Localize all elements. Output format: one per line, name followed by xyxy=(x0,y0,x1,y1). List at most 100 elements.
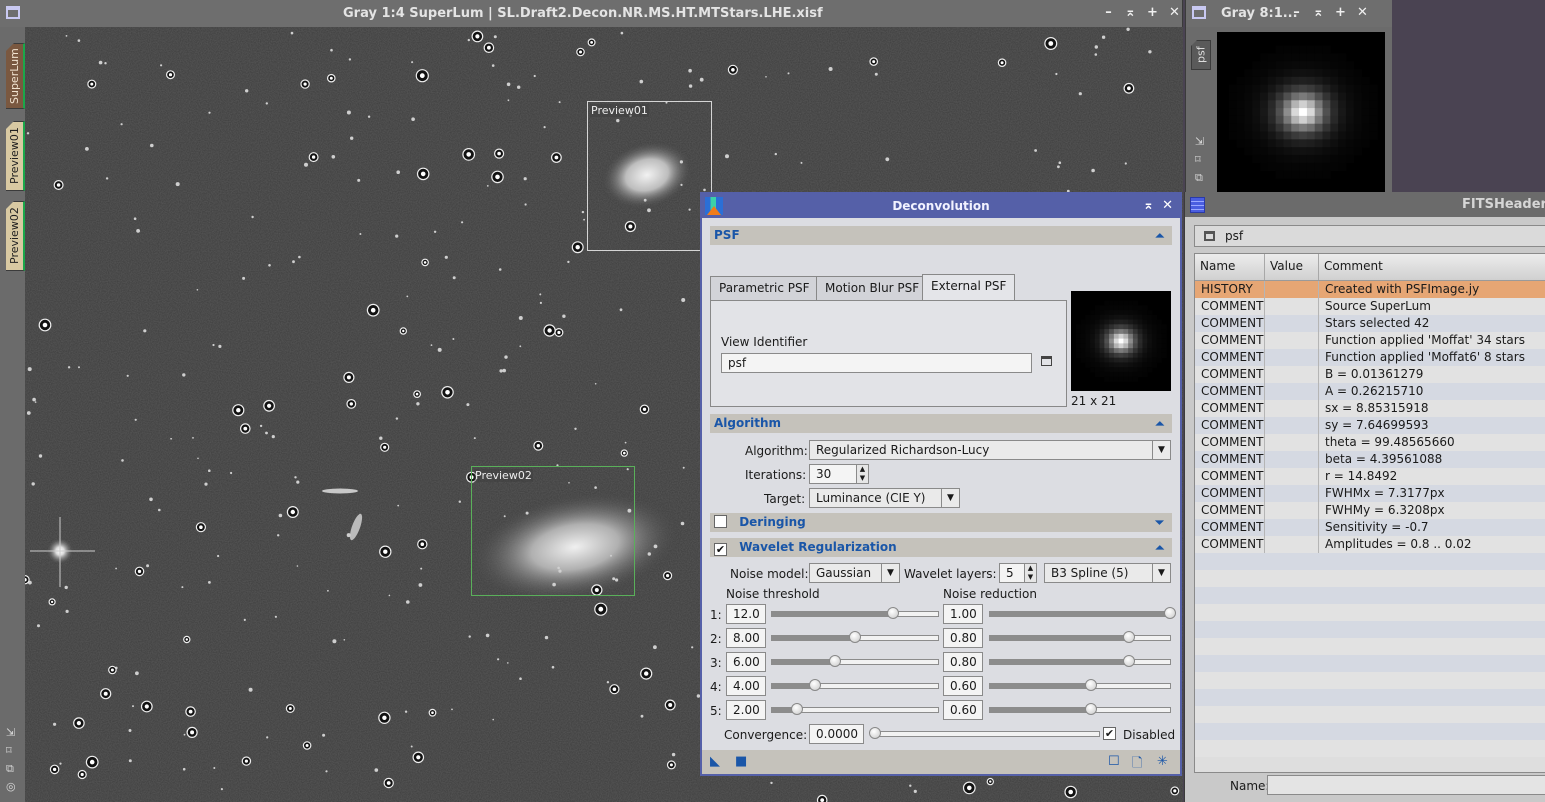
psf-window-titlebar[interactable]: Gray 8:1... – ⌅ + ✕ xyxy=(1186,0,1392,27)
noise-reduction-input[interactable]: 0.80 xyxy=(943,652,983,672)
tab-external-psf[interactable]: External PSF xyxy=(922,274,1016,300)
table-row[interactable]: COMMENT A = 0.26215710 xyxy=(1195,383,1545,400)
table-row[interactable]: COMMENT FWHMy = 6.3208px xyxy=(1195,502,1545,519)
table-row[interactable]: COMMENT Function applied 'Moffat' 34 star… xyxy=(1195,332,1545,349)
column-header-name[interactable]: Name xyxy=(1195,254,1265,280)
reset-icon[interactable]: ✳ xyxy=(1157,754,1168,769)
noise-reduction-slider[interactable] xyxy=(989,655,1171,667)
table-row[interactable]: COMMENT FWHMx = 7.3177px xyxy=(1195,485,1545,502)
table-row[interactable]: COMMENT sx = 8.85315918 xyxy=(1195,400,1545,417)
table-row[interactable]: COMMENT Sensitivity = -0.7 xyxy=(1195,519,1545,536)
algorithm-select[interactable]: Regularized Richardson-Lucy ▼ xyxy=(809,440,1171,460)
deconvolution-titlebar[interactable]: Deconvolution ⌅ ✕ xyxy=(702,194,1180,218)
table-row[interactable]: COMMENT Function applied 'Moffat6' 8 star… xyxy=(1195,349,1545,366)
noise-reduction-input[interactable]: 0.60 xyxy=(943,700,983,720)
tab-preview02[interactable]: Preview02 xyxy=(6,201,25,271)
shade-icon[interactable]: ⌅ xyxy=(1143,194,1154,218)
iterations-input[interactable]: 30 xyxy=(809,464,857,484)
column-header-value[interactable]: Value xyxy=(1265,254,1319,280)
table-row[interactable]: COMMENT theta = 99.48565660 xyxy=(1195,434,1545,451)
table-row[interactable]: COMMENT Source SuperLum xyxy=(1195,298,1545,315)
noise-threshold-input[interactable]: 8.00 xyxy=(726,628,766,648)
table-row[interactable]: COMMENT beta = 4.39561088 xyxy=(1195,451,1545,468)
iterations-spinner[interactable]: ▲ ▼ xyxy=(856,464,869,484)
noise-threshold-input[interactable]: 12.0 xyxy=(726,604,766,624)
view-identifier-input[interactable]: psf xyxy=(721,353,1032,373)
documentation-icon[interactable]: 🗋 xyxy=(1132,754,1142,776)
noise-reduction-input[interactable]: 1.00 xyxy=(943,604,983,624)
clone-icon[interactable]: ⧉ xyxy=(1195,172,1204,184)
noise-threshold-slider[interactable] xyxy=(771,631,939,643)
view-selector[interactable]: psf xyxy=(1194,225,1545,247)
minimize-icon[interactable]: – xyxy=(1102,5,1115,20)
collapse-icon[interactable]: ⏶ xyxy=(1155,538,1164,557)
preview01-box[interactable]: Preview01 xyxy=(587,101,712,251)
noise-threshold-input[interactable]: 6.00 xyxy=(726,652,766,672)
noise-model-select[interactable]: Gaussian ▼ xyxy=(809,563,900,583)
deringing-checkbox[interactable] xyxy=(714,515,727,528)
tab-motion-blur-psf[interactable]: Motion Blur PSF xyxy=(816,276,929,300)
window-icon[interactable] xyxy=(6,6,20,19)
main-window-titlebar[interactable]: Gray 1:4 SuperLum | SL.Draft2.Decon.NR.M… xyxy=(0,0,1182,27)
clone-icon[interactable]: ⧉ xyxy=(6,763,16,775)
fit-view-icon[interactable]: ⌑ xyxy=(6,745,16,757)
wavelet-layers-input[interactable]: 5 xyxy=(999,563,1025,583)
noise-threshold-slider[interactable] xyxy=(771,679,939,691)
fit-view-icon[interactable]: ⌑ xyxy=(1195,154,1204,166)
tab-parametric-psf[interactable]: Parametric PSF xyxy=(710,276,819,300)
noise-reduction-input[interactable]: 0.80 xyxy=(943,628,983,648)
maximize-icon[interactable]: + xyxy=(1146,5,1159,20)
table-row[interactable]: HISTORY Created with PSFImage.jy xyxy=(1195,281,1545,298)
collapse-icon[interactable]: ⏶ xyxy=(1155,414,1164,433)
section-psf[interactable]: PSF ⏶ xyxy=(710,226,1172,245)
wavelet-layers-spinner[interactable]: ▲ ▼ xyxy=(1024,563,1037,583)
target-icon[interactable]: ◎ xyxy=(6,781,16,793)
target-select[interactable]: Luminance (CIE Y) ▼ xyxy=(809,488,960,508)
shrink-icon[interactable]: ⇲ xyxy=(6,727,16,739)
section-deringing[interactable]: Deringing ⏷ xyxy=(710,513,1172,532)
noise-reduction-slider[interactable] xyxy=(989,703,1171,715)
noise-reduction-slider[interactable] xyxy=(989,631,1171,643)
noise-threshold-slider[interactable] xyxy=(771,703,939,715)
chevron-down-icon[interactable]: ▼ xyxy=(881,564,899,582)
tab-preview01[interactable]: Preview01 xyxy=(6,121,25,191)
expand-icon[interactable]: ⏷ xyxy=(1155,513,1164,532)
noise-threshold-slider[interactable] xyxy=(771,607,939,619)
window-icon[interactable] xyxy=(1192,6,1206,19)
fits-header-titlebar[interactable]: FITSHeader xyxy=(1185,192,1545,217)
minimize-icon[interactable]: – xyxy=(1290,5,1303,20)
chevron-down-icon[interactable]: ▼ xyxy=(1152,441,1170,459)
scaling-function-select[interactable]: B3 Spline (5) ▼ xyxy=(1044,563,1171,583)
disabled-checkbox[interactable]: ✔ xyxy=(1103,727,1116,740)
maximize-icon[interactable]: + xyxy=(1334,5,1347,20)
select-view-icon[interactable] xyxy=(1041,356,1052,366)
section-wavelet-regularization[interactable]: ✔ Wavelet Regularization ⏶ xyxy=(710,538,1172,557)
chevron-down-icon[interactable]: ▼ xyxy=(941,489,959,507)
section-algorithm[interactable]: Algorithm ⏶ xyxy=(710,414,1172,433)
collapse-icon[interactable]: ⏶ xyxy=(1155,226,1164,245)
chevron-down-icon[interactable]: ▼ xyxy=(1152,564,1170,582)
new-instance-icon[interactable]: ◣ xyxy=(710,754,720,769)
table-row[interactable]: COMMENT Stars selected 42 xyxy=(1195,315,1545,332)
table-row[interactable]: COMMENT r = 14.8492 xyxy=(1195,468,1545,485)
name-input[interactable] xyxy=(1267,775,1545,795)
noise-reduction-slider[interactable] xyxy=(989,607,1176,619)
convergence-input[interactable]: 0.0000 xyxy=(809,724,864,744)
wavelet-regularization-checkbox[interactable]: ✔ xyxy=(714,543,727,556)
shade-icon[interactable]: ⌅ xyxy=(1124,5,1137,20)
close-icon[interactable]: ✕ xyxy=(1168,5,1181,20)
tab-psf[interactable]: psf xyxy=(1191,40,1211,70)
close-icon[interactable]: ✕ xyxy=(1162,194,1173,218)
noise-threshold-input[interactable]: 2.00 xyxy=(726,700,766,720)
tab-superlum[interactable]: SuperLum xyxy=(6,43,25,109)
table-row[interactable]: COMMENT B = 0.01361279 xyxy=(1195,366,1545,383)
preview02-box[interactable]: Preview02 xyxy=(471,466,635,596)
column-header-comment[interactable]: Comment xyxy=(1319,254,1545,280)
table-row[interactable]: COMMENT Amplitudes = 0.8 .. 0.02 xyxy=(1195,536,1545,553)
convergence-slider[interactable] xyxy=(869,727,1100,739)
psf-image[interactable] xyxy=(1217,32,1385,192)
preview-icon[interactable]: ☐ xyxy=(1108,754,1120,769)
noise-reduction-slider[interactable] xyxy=(989,679,1171,691)
noise-threshold-slider[interactable] xyxy=(771,655,939,667)
noise-reduction-input[interactable]: 0.60 xyxy=(943,676,983,696)
